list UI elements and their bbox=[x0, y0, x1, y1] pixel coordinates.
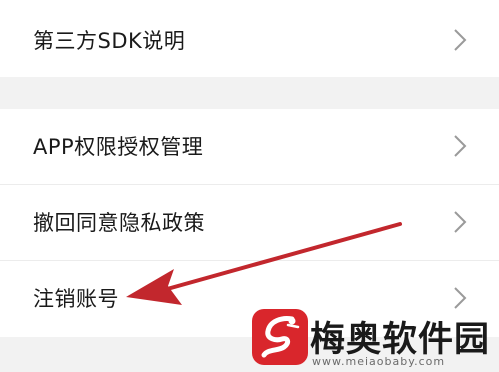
chevron-right-icon bbox=[454, 287, 467, 309]
chevron-right-icon bbox=[454, 29, 467, 51]
menu-item-revoke-privacy[interactable]: 撤回同意隐私政策 bbox=[0, 185, 499, 259]
menu-item-label: 第三方SDK说明 bbox=[33, 29, 186, 53]
watermark: 梅奥软件园 www.meiaobaby.com bbox=[252, 309, 495, 371]
chevron-right-icon bbox=[454, 211, 467, 233]
settings-group-top: 第三方SDK说明 bbox=[0, 0, 499, 77]
watermark-url: www.meiaobaby.com bbox=[312, 355, 446, 368]
dragon-logo-icon bbox=[252, 309, 308, 365]
menu-item-label: APP权限授权管理 bbox=[33, 135, 204, 159]
menu-item-label: 注销账号 bbox=[33, 287, 119, 311]
menu-item-third-party-sdk[interactable]: 第三方SDK说明 bbox=[0, 0, 499, 77]
chevron-right-icon bbox=[454, 135, 467, 157]
settings-group-privacy: APP权限授权管理 撤回同意隐私政策 注销账号 bbox=[0, 109, 499, 337]
menu-item-label: 撤回同意隐私政策 bbox=[33, 211, 205, 235]
menu-item-app-permissions[interactable]: APP权限授权管理 bbox=[0, 109, 499, 183]
